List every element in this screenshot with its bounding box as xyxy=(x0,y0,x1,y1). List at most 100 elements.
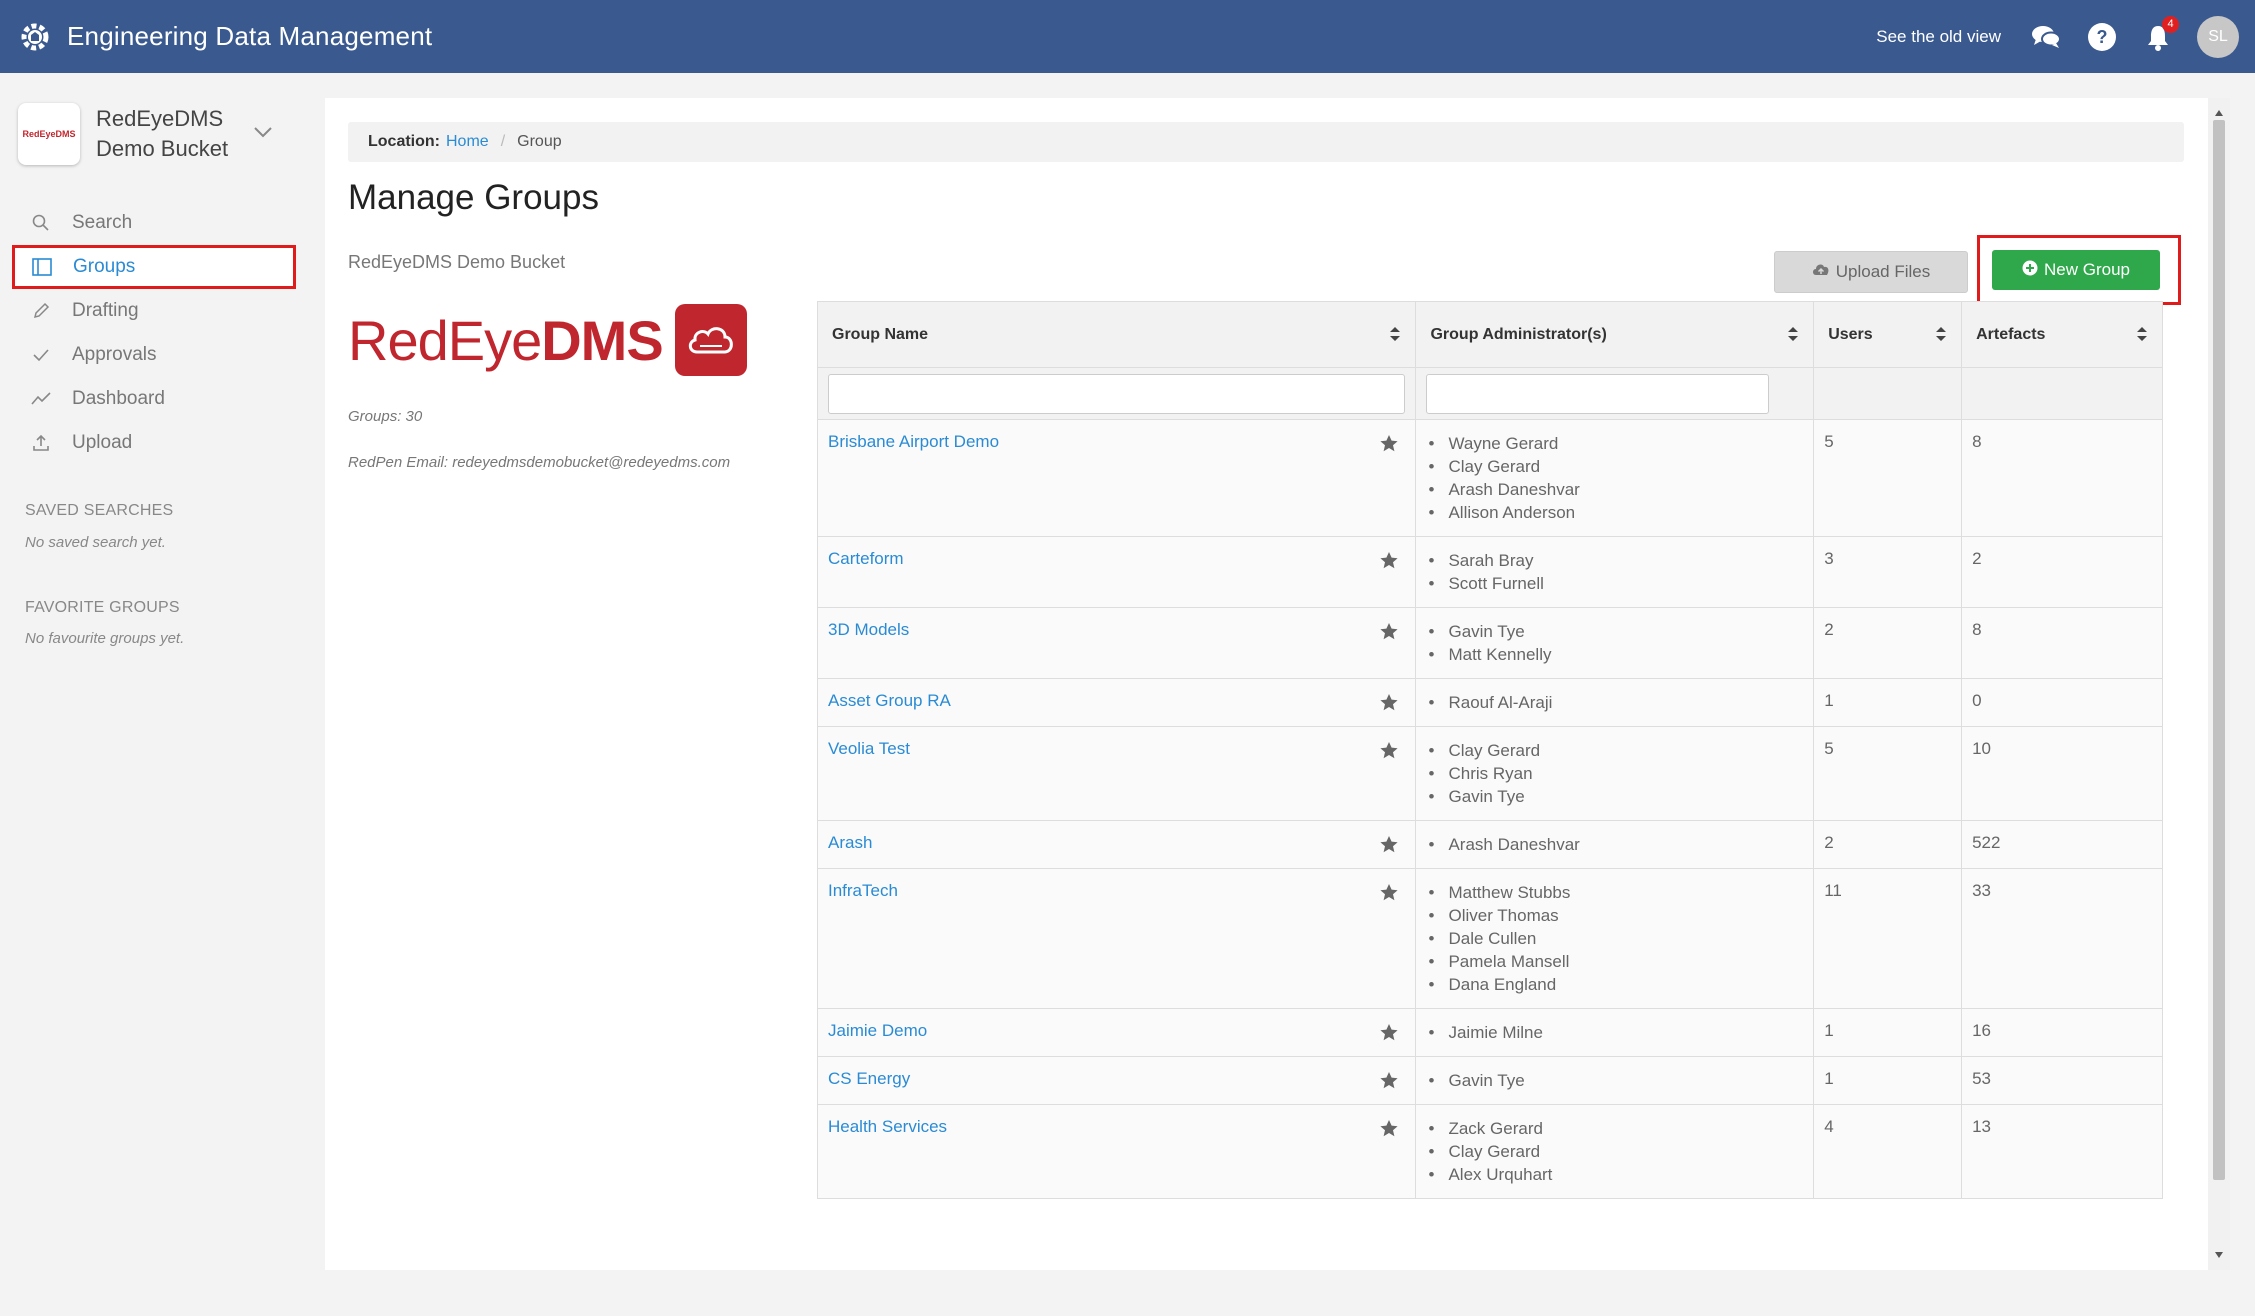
sidebar-nav: Search Groups Drafting Approvals Dashboa… xyxy=(12,201,296,465)
group-name-link[interactable]: Brisbane Airport Demo xyxy=(828,432,999,451)
favorite-star-icon[interactable] xyxy=(1379,1119,1399,1143)
header-users[interactable]: Users xyxy=(1813,301,1963,368)
bell-icon[interactable]: 4 xyxy=(2141,15,2179,54)
group-name-cell: Veolia Test xyxy=(816,726,1417,821)
group-name-link[interactable]: Arash xyxy=(828,833,872,852)
sort-icon[interactable] xyxy=(1787,326,1799,347)
group-name-link[interactable]: Asset Group RA xyxy=(828,691,951,710)
sort-icon[interactable] xyxy=(2136,326,2148,347)
group-name-link[interactable]: Veolia Test xyxy=(828,739,910,758)
sidebar-item-search[interactable]: Search xyxy=(14,201,296,245)
help-icon[interactable]: ? xyxy=(2085,20,2119,54)
users-count-cell: 3 xyxy=(1813,536,1963,608)
group-name-link[interactable]: InfraTech xyxy=(828,881,898,900)
sidebar: RedEyeDMS RedEyeDMS Demo Bucket Search G… xyxy=(0,73,322,1316)
cloud-upload-icon xyxy=(1812,262,1830,282)
users-count-cell: 1 xyxy=(1813,1008,1963,1057)
sidebar-item-upload[interactable]: Upload xyxy=(14,421,296,465)
table-row[interactable]: Asset Group RA Raouf Al-Araji 10 xyxy=(816,678,2163,727)
group-admins-cell: Zack GerardClay GerardAlex Urquhart xyxy=(1415,1104,1815,1199)
table-row[interactable]: CarteformSarah BrayScott Furnell32 xyxy=(816,536,2163,608)
table-row[interactable]: CS Energy Gavin Tye 153 xyxy=(816,1056,2163,1105)
favorite-star-icon[interactable] xyxy=(1379,622,1399,646)
top-navbar: Engineering Data Management See the old … xyxy=(0,0,2255,73)
admin-filter-input[interactable] xyxy=(1426,373,1770,414)
scrollbar[interactable] xyxy=(2208,98,2230,1270)
admin-list-item: Alex Urquhart xyxy=(1426,1163,1803,1186)
group-name-link[interactable]: Health Services xyxy=(828,1117,947,1136)
admin-list: Wayne GerardClay GerardArash DaneshvarAl… xyxy=(1426,432,1803,524)
admin-list: Arash Daneshvar xyxy=(1426,833,1803,856)
admin-list-item: Clay Gerard xyxy=(1426,1140,1803,1163)
favorite-star-icon[interactable] xyxy=(1379,551,1399,575)
group-name-link[interactable]: Carteform xyxy=(828,549,904,568)
favorite-star-icon[interactable] xyxy=(1379,693,1399,717)
favorite-star-icon[interactable] xyxy=(1379,1071,1399,1095)
favorite-star-icon[interactable] xyxy=(1379,883,1399,907)
app-title[interactable]: Engineering Data Management xyxy=(67,21,432,52)
table-row[interactable]: Health Services Zack GerardClay GerardAle… xyxy=(816,1104,2163,1199)
favorite-star-icon[interactable] xyxy=(1379,835,1399,859)
upload-files-button[interactable]: Upload Files xyxy=(1774,251,1968,293)
header-group-admins[interactable]: Group Administrator(s) xyxy=(1415,301,1815,368)
favorite-star-icon[interactable] xyxy=(1379,741,1399,765)
page-title: Manage Groups xyxy=(348,178,599,217)
avatar[interactable]: SL xyxy=(2197,15,2239,58)
admin-list-item: Zack Gerard xyxy=(1426,1117,1803,1140)
filter-cell xyxy=(1415,367,1815,420)
group-name-cell: CS Energy xyxy=(816,1056,1417,1105)
header-artefacts[interactable]: Artefacts xyxy=(1961,301,2163,368)
admin-list: Gavin TyeMatt Kennelly xyxy=(1426,620,1803,666)
sort-icon[interactable] xyxy=(1935,326,1947,347)
search-icon xyxy=(30,214,52,232)
new-group-button[interactable]: New Group xyxy=(1992,250,2160,290)
sidebar-item-dashboard[interactable]: Dashboard xyxy=(14,377,296,421)
old-view-link[interactable]: See the old view xyxy=(1876,27,2001,47)
gear-logo-icon[interactable] xyxy=(17,19,53,55)
group-name-cell: Health Services xyxy=(816,1104,1417,1199)
header-group-name[interactable]: Group Name xyxy=(816,301,1417,368)
brand-dms: DMS xyxy=(541,308,663,372)
group-name-cell: Carteform xyxy=(816,536,1417,608)
chat-icon[interactable] xyxy=(2029,20,2063,54)
admin-list-item: Wayne Gerard xyxy=(1426,432,1803,455)
group-name-cell: InfraTech xyxy=(816,868,1417,1009)
sidebar-item-approvals[interactable]: Approvals xyxy=(14,333,296,377)
group-name-link[interactable]: CS Energy xyxy=(828,1069,910,1088)
table-row[interactable]: 3D ModelsGavin TyeMatt Kennelly28 xyxy=(816,607,2163,679)
admin-list: Clay GerardChris RyanGavin Tye xyxy=(1426,739,1803,808)
table-row[interactable]: Veolia Test Clay GerardChris RyanGavin Ty… xyxy=(816,726,2163,821)
groups-icon xyxy=(31,258,53,276)
group-admins-cell: Sarah BrayScott Furnell xyxy=(1415,536,1815,608)
admin-list-item: Matt Kennelly xyxy=(1426,643,1803,666)
chevron-down-icon[interactable] xyxy=(253,125,273,143)
table-row[interactable]: Arash Arash Daneshvar 2522 xyxy=(816,820,2163,869)
favorite-star-icon[interactable] xyxy=(1379,1023,1399,1047)
sidebar-item-drafting[interactable]: Drafting xyxy=(14,289,296,333)
brand-wordmark: RedEyeDMS xyxy=(348,308,664,373)
artefacts-count-cell: 522 xyxy=(1961,820,2163,869)
group-admins-cell: Gavin TyeMatt Kennelly xyxy=(1415,607,1815,679)
admin-list: Sarah BrayScott Furnell xyxy=(1426,549,1803,595)
breadcrumb-home-link[interactable]: Home xyxy=(446,133,489,151)
scroll-down-arrow-icon[interactable] xyxy=(2214,1246,2224,1264)
admin-list-item: Scott Furnell xyxy=(1426,572,1803,595)
favorite-groups-empty: No favourite groups yet. xyxy=(25,630,185,647)
table-row[interactable]: InfraTech Matthew StubbsOliver ThomasDale… xyxy=(816,868,2163,1009)
group-name-link[interactable]: Jaimie Demo xyxy=(828,1021,927,1040)
scrollbar-thumb[interactable] xyxy=(2213,120,2225,1180)
table-row[interactable]: Brisbane Airport Demo Wayne GerardClay Ge… xyxy=(816,419,2163,537)
group-name-filter-input[interactable] xyxy=(828,373,1406,414)
saved-searches-title: SAVED SEARCHES xyxy=(25,502,174,519)
admin-list-item: Pamela Mansell xyxy=(1426,950,1803,973)
sort-icon[interactable] xyxy=(1389,326,1401,347)
pencil-icon xyxy=(30,302,52,320)
group-name-link[interactable]: 3D Models xyxy=(828,620,909,639)
table-row[interactable]: Jaimie Demo Jaimie Milne 116 xyxy=(816,1008,2163,1057)
sidebar-item-label: Search xyxy=(72,212,133,233)
bucket-selector[interactable]: RedEyeDMS RedEyeDMS Demo Bucket xyxy=(18,103,272,165)
users-count-cell: 5 xyxy=(1813,419,1963,537)
sidebar-item-groups[interactable]: Groups xyxy=(12,245,296,289)
saved-searches-empty: No saved search yet. xyxy=(25,534,166,551)
favorite-star-icon[interactable] xyxy=(1379,434,1399,458)
